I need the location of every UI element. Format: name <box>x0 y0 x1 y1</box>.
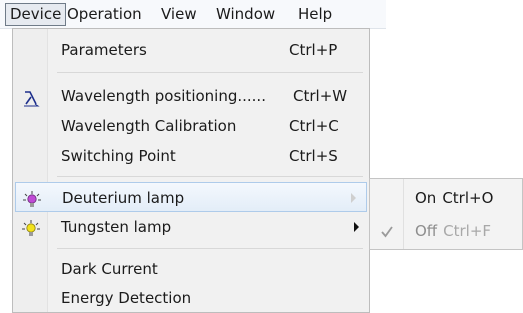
device-dropdown-menu: Parameters Ctrl+P Wavelength positioning… <box>12 28 370 313</box>
menu-item-deuterium-lamp[interactable]: Deuterium lamp <box>15 182 367 212</box>
menu-item-label: Energy Detection <box>61 289 192 307</box>
menu-bar: Device Operation View Window Help <box>0 0 386 29</box>
menu-item-shortcut: Ctrl+C <box>289 117 339 135</box>
menu-item-shortcut: Ctrl+F <box>443 222 492 240</box>
menu-item-wavelength-positioning[interactable]: Wavelength positioning...... Ctrl+W <box>13 81 369 111</box>
menu-item-parameters[interactable]: Parameters Ctrl+P <box>13 35 369 65</box>
menu-item-label: Tungsten lamp <box>61 218 172 236</box>
menu-item-tungsten-lamp[interactable]: Tungsten lamp <box>13 212 369 242</box>
menu-view[interactable]: View <box>161 4 197 24</box>
menu-item-label: Dark Current <box>61 260 158 278</box>
lamp-purple-icon <box>23 189 41 207</box>
menu-item-switching-point[interactable]: Switching Point Ctrl+S <box>13 141 369 171</box>
menu-separator <box>57 72 363 73</box>
menu-separator <box>57 248 363 249</box>
deuterium-lamp-submenu: On Ctrl+O Off Ctrl+F <box>369 178 523 250</box>
menu-item-label: Wavelength Calibration <box>61 117 237 135</box>
menu-separator <box>57 176 363 177</box>
menu-item-label: On <box>415 189 437 207</box>
check-icon <box>377 221 397 241</box>
menu-window[interactable]: Window <box>216 4 275 24</box>
menu-item-shortcut: Ctrl+P <box>289 41 338 59</box>
submenu-arrow-icon <box>351 193 356 203</box>
menu-item-shortcut: Ctrl+O <box>442 189 494 207</box>
menu-item-shortcut: Ctrl+S <box>289 147 338 165</box>
menu-item-dark-current[interactable]: Dark Current <box>13 254 369 284</box>
menu-help[interactable]: Help <box>298 4 332 24</box>
submenu-item-off[interactable]: Off Ctrl+F <box>370 215 522 247</box>
lamp-yellow-icon <box>22 218 40 236</box>
submenu-item-on[interactable]: On Ctrl+O <box>370 182 522 214</box>
menu-item-label: Wavelength positioning...... <box>61 87 266 105</box>
menu-item-wavelength-calibration[interactable]: Wavelength Calibration Ctrl+C <box>13 111 369 141</box>
lambda-icon <box>22 87 40 107</box>
menu-item-label: Deuterium lamp <box>62 189 185 207</box>
menu-operation[interactable]: Operation <box>67 4 142 24</box>
menu-item-shortcut: Ctrl+W <box>293 87 348 105</box>
menu-item-label: Off <box>415 222 438 240</box>
submenu-arrow-icon <box>354 222 359 232</box>
menu-item-label: Switching Point <box>61 147 176 165</box>
menu-item-energy-detection[interactable]: Energy Detection <box>13 283 369 313</box>
menu-device[interactable]: Device <box>5 3 67 26</box>
menu-item-label: Parameters <box>61 41 147 59</box>
